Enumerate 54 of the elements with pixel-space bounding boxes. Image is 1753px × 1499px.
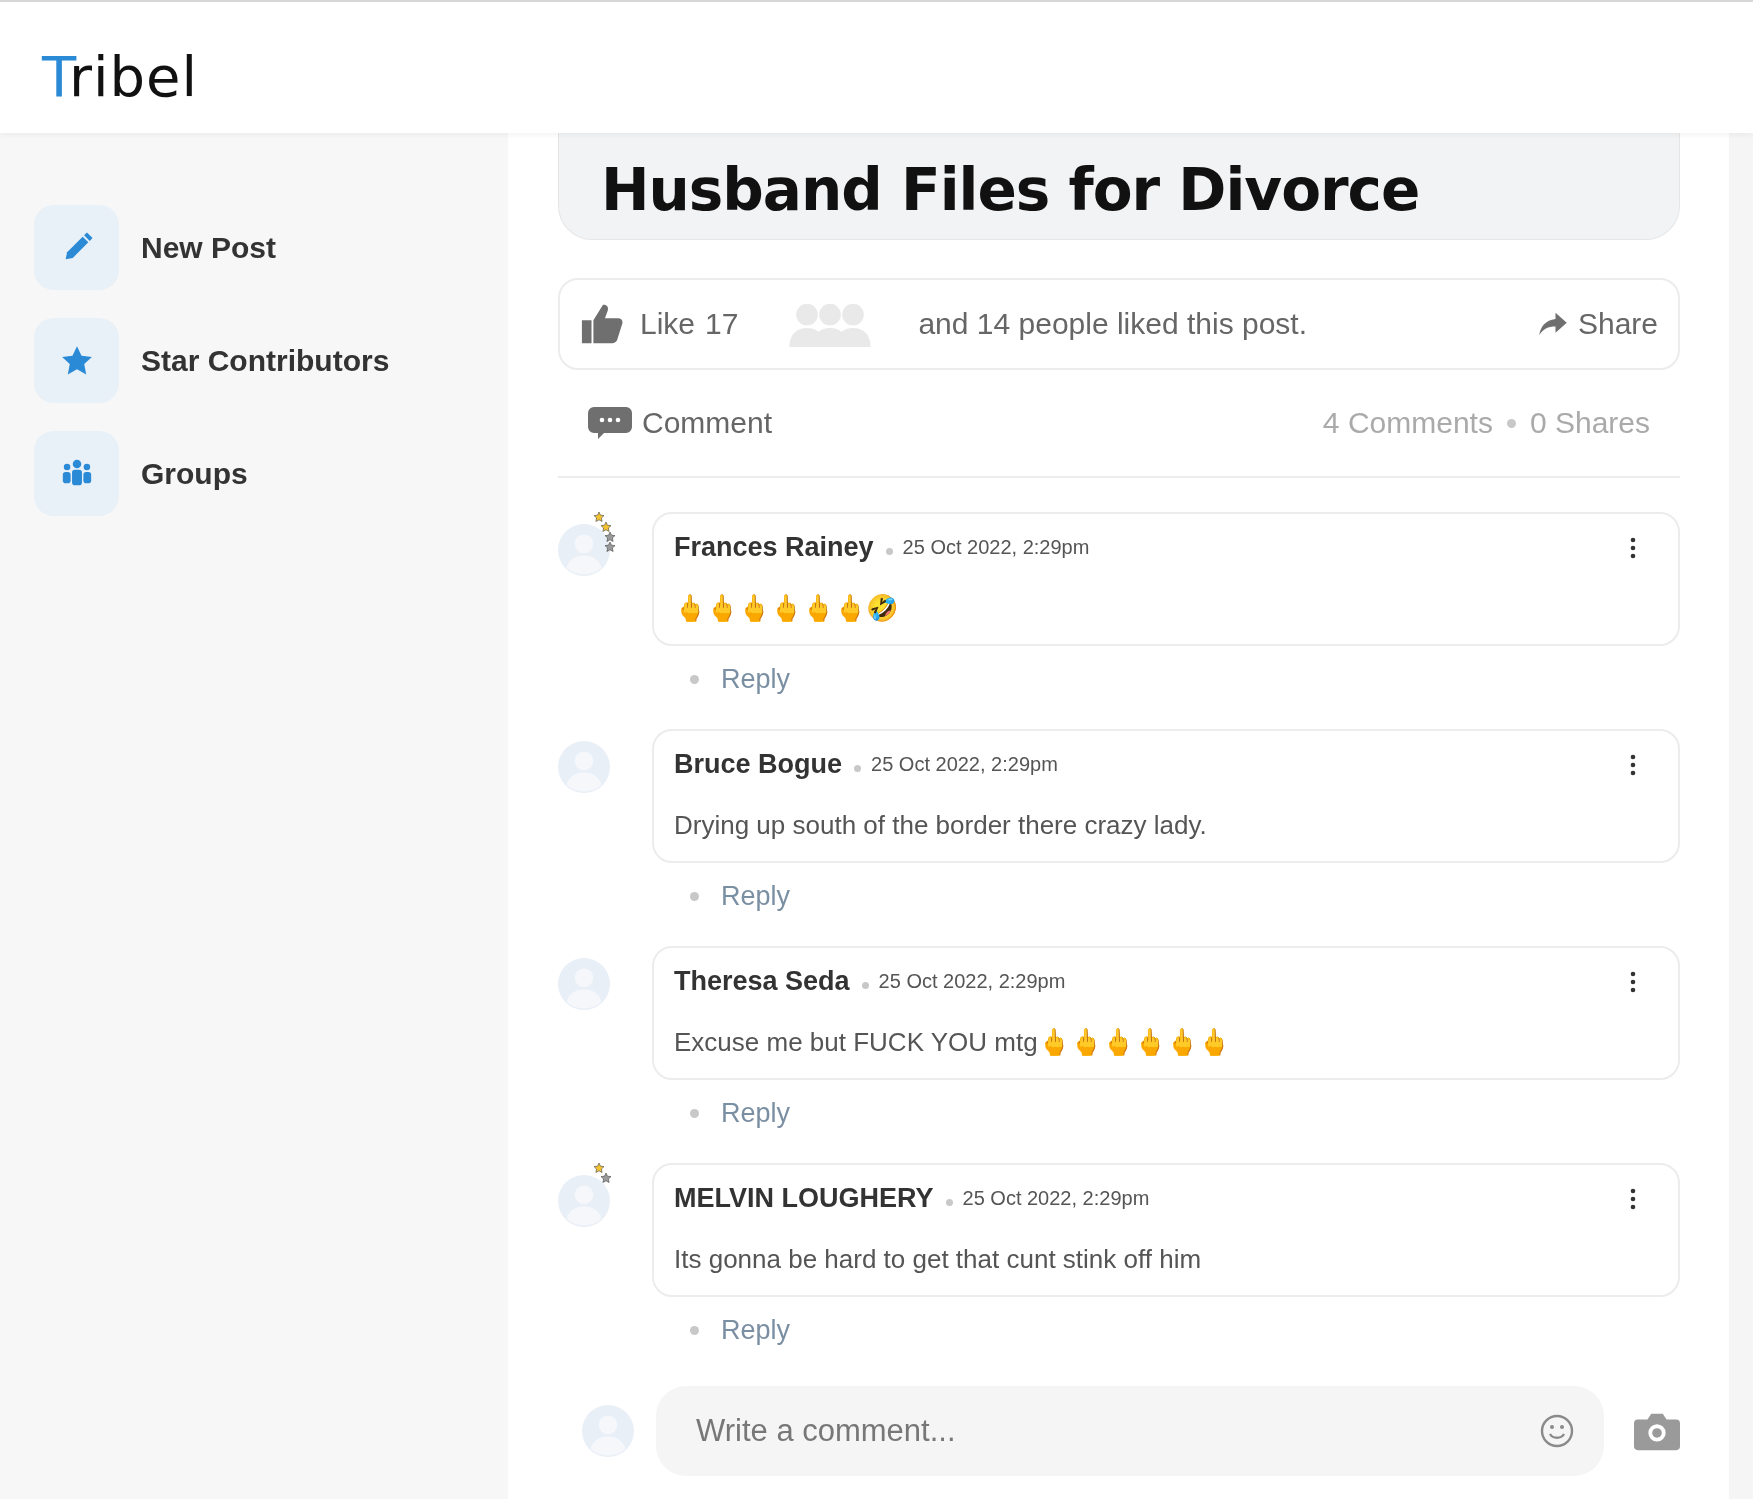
like-count: 17	[705, 307, 739, 341]
comment-text: Drying up south of the border there crazy lady.	[674, 810, 1208, 841]
separator-dot	[854, 765, 862, 772]
avatar-icon	[558, 524, 610, 576]
comment-text: 🖕🖕🖕🖕🖕🖕🤣	[674, 593, 899, 624]
comment-time: 25 Oct 2022, 2:29pm	[878, 970, 1066, 993]
reply-link[interactable]: Reply	[721, 664, 791, 695]
smiley-icon	[1540, 1414, 1574, 1448]
separator-dot	[861, 982, 869, 989]
reply-link[interactable]: Reply	[721, 1315, 791, 1346]
more-options-button[interactable]	[1630, 536, 1636, 559]
commenter-name[interactable]: Theresa Seda	[674, 966, 850, 997]
more-icon	[1630, 1187, 1636, 1210]
sidebar-link[interactable]: Star Contributors	[141, 343, 390, 378]
comment-text: Its gonna be hard to get that cunt stink off him	[674, 1244, 1203, 1275]
separator-dot	[1506, 418, 1516, 428]
camera-icon	[1634, 1411, 1680, 1451]
separator-dot	[945, 1199, 953, 1206]
more-options-button[interactable]	[1630, 1187, 1636, 1210]
liked-text: and 14 people liked this post.	[918, 307, 1308, 341]
like-button[interactable]: Like	[580, 301, 696, 347]
share-button[interactable]: Share	[1537, 307, 1658, 341]
separator-dot	[885, 548, 893, 555]
comment-text: Excuse me but FUCK YOU mtg🖕🖕🖕🖕🖕🖕	[674, 1027, 1231, 1058]
icon-tile[interactable]	[34, 318, 119, 403]
bullet-dot	[690, 1326, 699, 1335]
icon-tile[interactable]	[34, 205, 119, 290]
bullet-dot	[690, 1109, 699, 1118]
sidebar-link[interactable]: Groups	[141, 456, 248, 491]
more-icon	[1630, 753, 1636, 776]
comment-input[interactable]: Write a comment...	[656, 1386, 1604, 1476]
comment-time: 25 Oct 2022, 2:29pm	[962, 1187, 1150, 1210]
more-options-button[interactable]	[1630, 970, 1636, 993]
more-icon	[1630, 970, 1636, 993]
comment-time: 25 Oct 2022, 2:29pm	[871, 753, 1058, 776]
speech-bubble-icon	[588, 406, 632, 440]
reply-link[interactable]: Reply	[721, 881, 791, 912]
reply-link[interactable]: Reply	[721, 1098, 791, 1129]
photo-button[interactable]	[1634, 1411, 1680, 1451]
logo[interactable]: Tribel	[42, 30, 199, 105]
more-options-button[interactable]	[1630, 753, 1636, 776]
commenter-name[interactable]: MELVIN LOUGHERY	[674, 1183, 934, 1214]
bullet-dot	[690, 892, 699, 901]
sidebar-link[interactable]: New Post	[141, 230, 277, 265]
commenter-name[interactable]: Frances Rainey	[674, 532, 874, 563]
headline-text: Husband Files for Divorce	[601, 155, 1421, 226]
emoji-button[interactable]	[1540, 1414, 1574, 1448]
more-icon	[1630, 536, 1636, 559]
commenter-name[interactable]: Bruce Bogue	[674, 749, 843, 780]
avatar-icon	[558, 1175, 610, 1227]
comment-button[interactable]: Comment	[588, 406, 773, 440]
icon-tile[interactable]	[34, 431, 119, 516]
bullet-dot	[690, 675, 699, 684]
comment-time: 25 Oct 2022, 2:29pm	[902, 536, 1090, 559]
